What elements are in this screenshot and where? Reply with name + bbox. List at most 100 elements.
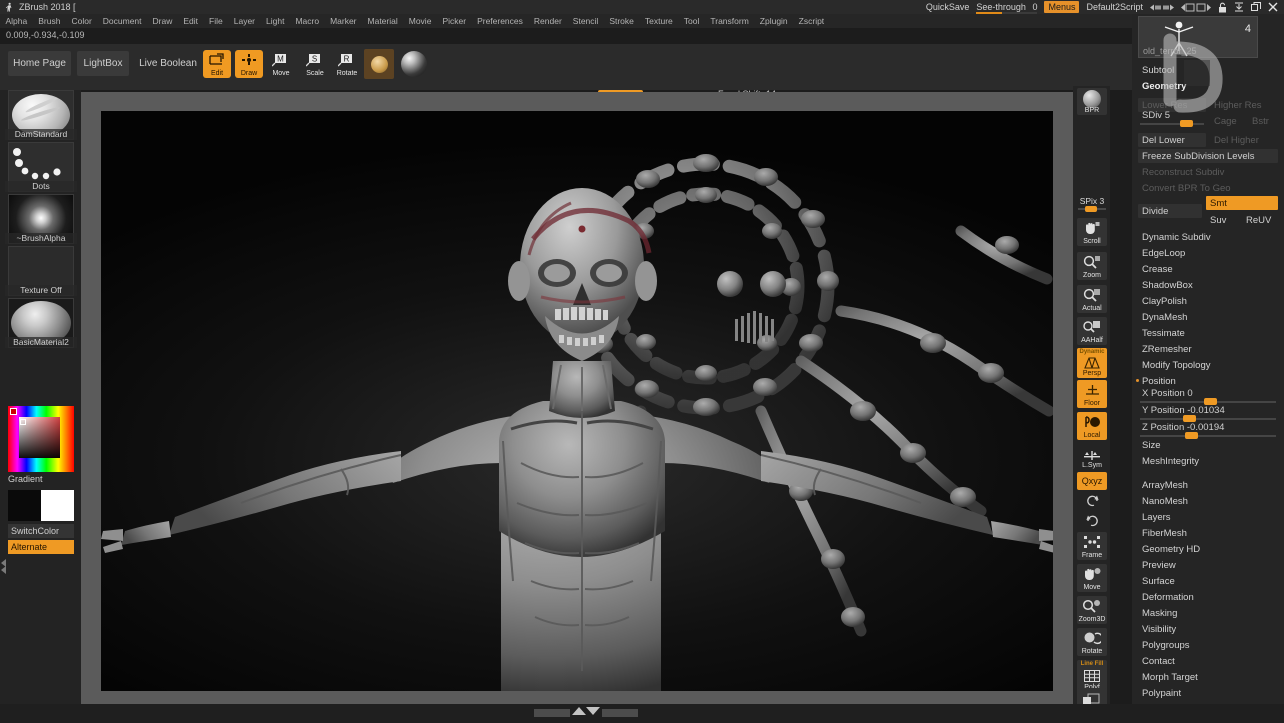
- rotate-cw-button[interactable]: [1077, 512, 1107, 530]
- viewport-3d[interactable]: [101, 111, 1053, 691]
- menu-item-color[interactable]: Color: [66, 14, 97, 28]
- row-polypaint[interactable]: Polypaint: [1132, 685, 1284, 701]
- panel-section-geometry[interactable]: Geometry: [1132, 78, 1284, 94]
- menu-item-picker[interactable]: Picker: [437, 14, 472, 28]
- menu-item-edit[interactable]: Edit: [178, 14, 204, 28]
- quicksave-button[interactable]: QuickSave: [926, 2, 970, 12]
- bstr-button[interactable]: Bstr: [1248, 114, 1280, 128]
- rotate-tool-button[interactable]: R Rotate: [333, 50, 361, 78]
- aahalf-button[interactable]: AAHalf: [1077, 317, 1107, 345]
- smt-button[interactable]: Smt: [1206, 196, 1278, 210]
- move-tool-button[interactable]: M Move: [267, 50, 295, 78]
- row-position[interactable]: Position: [1132, 373, 1284, 389]
- current-brush-preview[interactable]: [364, 49, 394, 79]
- row-crease[interactable]: Crease: [1132, 261, 1284, 277]
- menu-item-stroke[interactable]: Stroke: [604, 14, 640, 28]
- row-dynamesh[interactable]: DynaMesh: [1132, 309, 1284, 325]
- scroll-thumb-right[interactable]: [602, 709, 638, 717]
- row-visibility[interactable]: Visibility: [1132, 621, 1284, 637]
- local-button[interactable]: Local: [1077, 412, 1107, 440]
- menu-item-document[interactable]: Document: [97, 14, 147, 28]
- prev-arrow-icon[interactable]: [1150, 3, 1174, 12]
- divide-button[interactable]: Divide: [1138, 204, 1202, 218]
- left-page-icon[interactable]: [1181, 2, 1211, 13]
- row-dynamic-subdiv[interactable]: Dynamic Subdiv: [1132, 229, 1284, 245]
- home-page-button[interactable]: Home Page: [8, 51, 71, 76]
- row-masking[interactable]: Masking: [1132, 605, 1284, 621]
- menu-item-draw[interactable]: Draw: [147, 14, 178, 28]
- texture-swatch[interactable]: Texture Off: [8, 246, 74, 296]
- row-shadowbox[interactable]: ShadowBox: [1132, 277, 1284, 293]
- x-position-slider[interactable]: X Position 0: [1138, 388, 1278, 404]
- floor-button[interactable]: Floor: [1077, 380, 1107, 408]
- color-picker[interactable]: [8, 406, 74, 472]
- minimize-icon[interactable]: [1234, 2, 1244, 12]
- restore-icon[interactable]: [1251, 2, 1261, 12]
- scroll-down-icon[interactable]: [586, 707, 600, 715]
- lightbox-button[interactable]: LightBox: [77, 51, 129, 76]
- row-contact[interactable]: Contact: [1132, 653, 1284, 669]
- secondary-color-swatch[interactable]: [41, 490, 74, 521]
- spix-slider[interactable]: SPix 3: [1077, 196, 1107, 214]
- del-higher-button[interactable]: Del Higher: [1210, 133, 1278, 147]
- menu-item-tool[interactable]: Tool: [678, 14, 705, 28]
- alpha-swatch[interactable]: ~BrushAlpha: [8, 194, 74, 244]
- higher-res-button[interactable]: Higher Res: [1210, 98, 1278, 112]
- row-deformation[interactable]: Deformation: [1132, 589, 1284, 605]
- zoom-button[interactable]: Zoom: [1077, 252, 1107, 280]
- row-claypolish[interactable]: ClayPolish: [1132, 293, 1284, 309]
- scale-tool-button[interactable]: S Scale: [301, 50, 329, 78]
- actual-button[interactable]: Actual: [1077, 285, 1107, 313]
- current-tool-thumbnail[interactable]: 4 old_terror_25: [1138, 16, 1258, 58]
- left-panel-collapse-arrow-icon[interactable]: [1, 558, 7, 577]
- rotate-ccw-button[interactable]: [1077, 492, 1107, 510]
- row-arraymesh[interactable]: ArrayMesh: [1132, 477, 1284, 493]
- menu-item-texture[interactable]: Texture: [639, 14, 678, 28]
- persp-button[interactable]: Dynamic Persp: [1077, 348, 1107, 378]
- switch-color-button[interactable]: SwitchColor: [8, 524, 74, 538]
- menu-item-brush[interactable]: Brush: [33, 14, 66, 28]
- menu-item-stencil[interactable]: Stencil: [567, 14, 604, 28]
- menu-item-light[interactable]: Light: [261, 14, 290, 28]
- cage-button[interactable]: Cage: [1210, 114, 1244, 128]
- alternate-button[interactable]: Alternate: [8, 540, 74, 554]
- move-nav-button[interactable]: Move: [1077, 564, 1107, 592]
- lock-icon[interactable]: [1218, 2, 1227, 13]
- menu-item-layer[interactable]: Layer: [228, 14, 260, 28]
- current-material-preview[interactable]: [399, 49, 429, 79]
- row-tessimate[interactable]: Tessimate: [1132, 325, 1284, 341]
- bpr-button[interactable]: BPR: [1077, 88, 1107, 115]
- row-layers[interactable]: Layers: [1132, 509, 1284, 525]
- menu-item-transform[interactable]: Transform: [705, 14, 754, 28]
- menu-item-material[interactable]: Material: [362, 14, 403, 28]
- row-preview[interactable]: Preview: [1132, 557, 1284, 573]
- frame-button[interactable]: Frame: [1077, 532, 1107, 560]
- scroll-up-icon[interactable]: [572, 707, 586, 715]
- see-through-slider[interactable]: See-through 0: [976, 2, 1037, 12]
- close-icon[interactable]: [1268, 2, 1278, 12]
- del-lower-button[interactable]: Del Lower: [1138, 133, 1206, 147]
- stroke-swatch[interactable]: Dots: [8, 142, 74, 192]
- scroll-button[interactable]: Scroll: [1077, 218, 1107, 246]
- bottom-scrollbar[interactable]: [0, 704, 1284, 723]
- menu-item-preferences[interactable]: Preferences: [472, 14, 529, 28]
- draw-tool-button[interactable]: Draw: [235, 50, 263, 78]
- rotate-nav-button[interactable]: Rotate: [1077, 628, 1107, 656]
- primary-color-swatch[interactable]: [8, 490, 41, 521]
- row-size[interactable]: Size: [1132, 437, 1284, 453]
- suv-button[interactable]: Suv: [1206, 213, 1238, 227]
- row-surface[interactable]: Surface: [1132, 573, 1284, 589]
- brush-swatch[interactable]: DamStandard: [8, 90, 74, 140]
- menu-item-movie[interactable]: Movie: [403, 14, 437, 28]
- row-edgeloop[interactable]: EdgeLoop: [1132, 245, 1284, 261]
- convert-bpr-to-geo-button[interactable]: Convert BPR To Geo: [1138, 181, 1278, 195]
- edit-tool-button[interactable]: Edit: [203, 50, 231, 78]
- lsym-button[interactable]: L.Sym: [1077, 448, 1107, 470]
- zoom3d-button[interactable]: Zoom3D: [1077, 596, 1107, 624]
- row-fibermesh[interactable]: FiberMesh: [1132, 525, 1284, 541]
- default-script-button[interactable]: Default2Script: [1086, 2, 1143, 12]
- menu-item-file[interactable]: File: [204, 14, 229, 28]
- freeze-subdivision-levels-button[interactable]: Freeze SubDivision Levels: [1138, 149, 1278, 163]
- row-meshintegrity[interactable]: MeshIntegrity: [1132, 453, 1284, 469]
- material-swatch[interactable]: BasicMaterial2: [8, 298, 74, 348]
